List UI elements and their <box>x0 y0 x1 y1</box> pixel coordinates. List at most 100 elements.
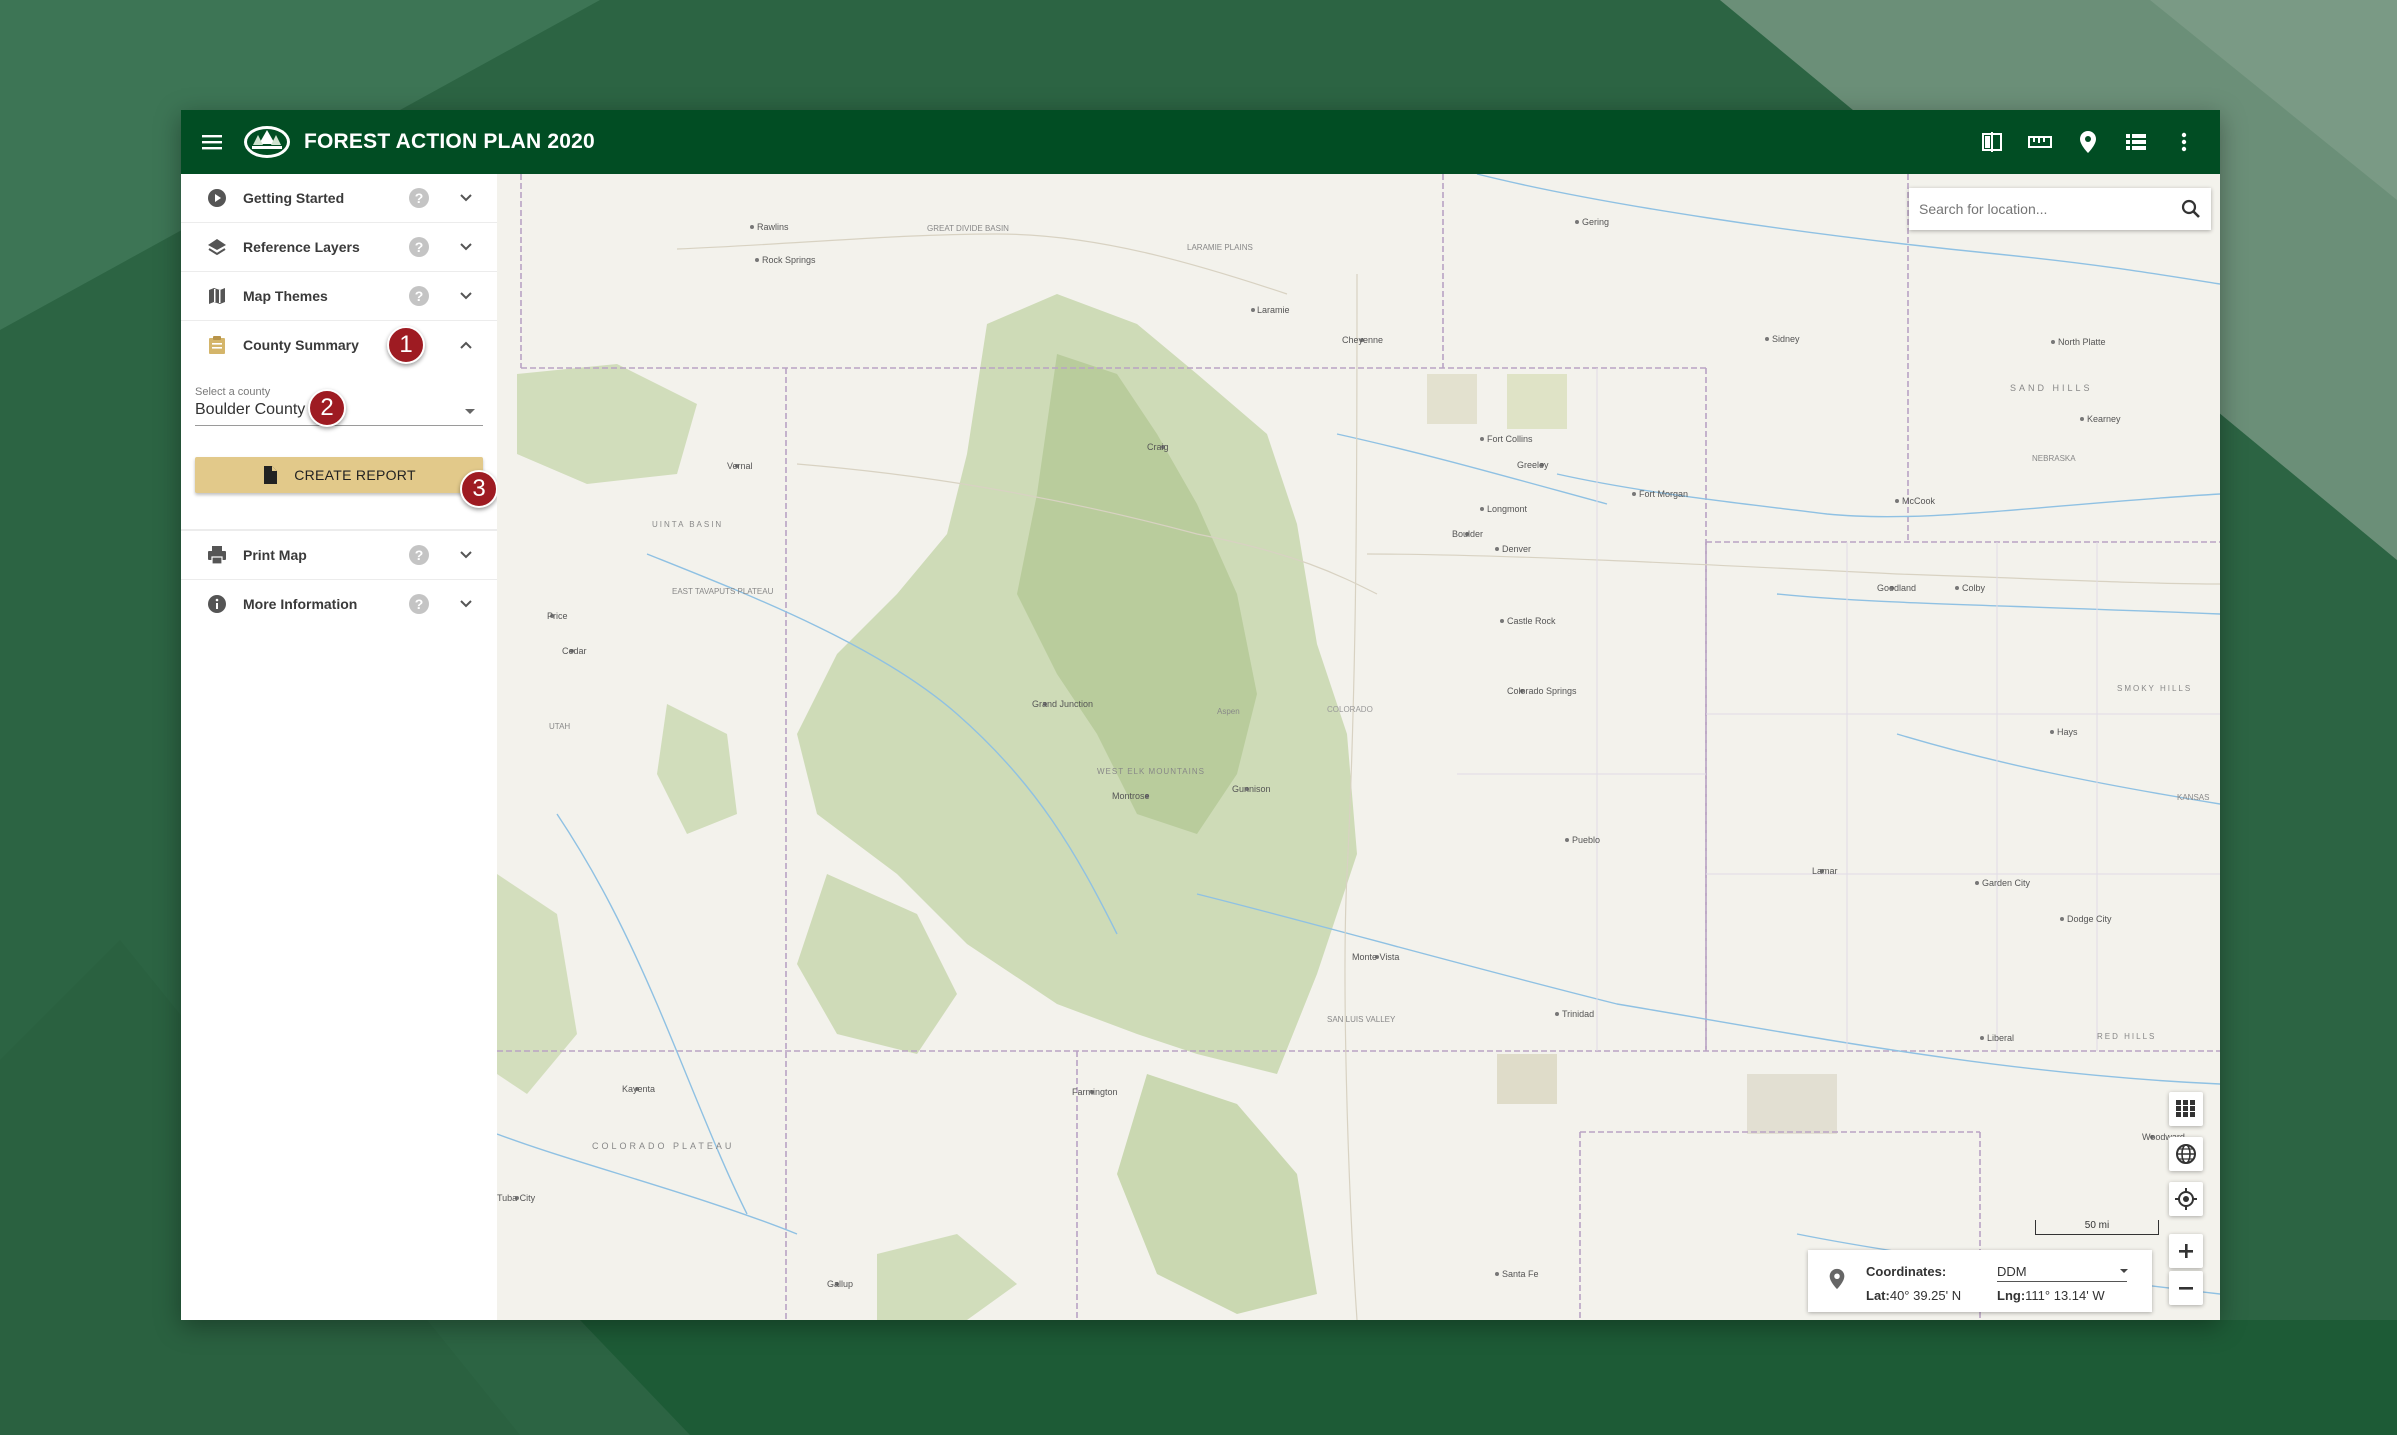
svg-text:SAN LUIS VALLEY: SAN LUIS VALLEY <box>1327 1015 1396 1024</box>
latitude-label: Lat: <box>1866 1288 1890 1303</box>
help-icon[interactable]: ? <box>409 237 429 257</box>
coordinates-panel: Coordinates: DDM Lat:40° 39.25' N Lng:11… <box>1808 1250 2152 1312</box>
step-badge-2: 2 <box>308 389 346 427</box>
svg-text:Vernal: Vernal <box>727 461 753 471</box>
svg-text:Cheyenne: Cheyenne <box>1342 335 1383 345</box>
svg-text:North Platte: North Platte <box>2058 337 2106 347</box>
svg-text:GREAT DIVIDE BASIN: GREAT DIVIDE BASIN <box>927 224 1009 233</box>
place-icon[interactable] <box>2064 118 2112 166</box>
play-circle-icon <box>206 187 228 209</box>
latitude-readout: Lat:40° 39.25' N <box>1866 1288 1961 1303</box>
longitude-label: Lng: <box>1997 1288 2026 1303</box>
svg-text:SMOKY HILLS: SMOKY HILLS <box>2117 684 2192 693</box>
sidebar-item-more-information[interactable]: More Information ? <box>181 580 497 628</box>
svg-text:LARAMIE PLAINS: LARAMIE PLAINS <box>1187 243 1253 252</box>
svg-text:Gering: Gering <box>1582 217 1609 227</box>
county-select[interactable]: Boulder County <box>195 401 305 419</box>
sidebar-item-county-summary[interactable]: County Summary 1 <box>181 321 497 369</box>
layers-icon <box>206 236 228 258</box>
step-badge-3: 3 <box>460 470 498 508</box>
svg-text:Montrose: Montrose <box>1112 791 1150 801</box>
sidebar-item-print-map[interactable]: Print Map ? <box>181 530 497 580</box>
svg-text:NEBRASKA: NEBRASKA <box>2032 454 2076 463</box>
more-vert-icon[interactable] <box>2160 118 2208 166</box>
svg-text:RED HILLS: RED HILLS <box>2097 1032 2156 1041</box>
compare-icon[interactable] <box>1968 118 2016 166</box>
my-location-icon <box>2175 1188 2197 1210</box>
search-input[interactable] <box>1917 200 2171 218</box>
sidebar-item-label: Map Themes <box>243 288 328 304</box>
svg-text:Boulder: Boulder <box>1452 529 1483 539</box>
svg-text:Grand Junction: Grand Junction <box>1032 699 1093 709</box>
sidebar-item-getting-started[interactable]: Getting Started ? <box>181 174 497 223</box>
svg-text:Santa Fe: Santa Fe <box>1502 1269 1539 1279</box>
coordinate-format-select[interactable]: DDM <box>1997 1264 2127 1282</box>
chevron-down-icon[interactable] <box>456 545 476 565</box>
svg-text:Kayenta: Kayenta <box>622 1084 655 1094</box>
menu-icon[interactable] <box>181 110 245 174</box>
svg-text:Longmont: Longmont <box>1487 504 1528 514</box>
sidebar-item-label: More Information <box>243 596 358 612</box>
locate-button[interactable] <box>2169 1182 2203 1216</box>
svg-text:COLORADO PLATEAU: COLORADO PLATEAU <box>592 1141 734 1151</box>
svg-text:Gunnison: Gunnison <box>1232 784 1271 794</box>
step-badge-1: 1 <box>387 326 425 364</box>
svg-text:Farmington: Farmington <box>1072 1087 1118 1097</box>
search-icon[interactable] <box>2181 199 2201 219</box>
svg-text:Garden City: Garden City <box>1982 878 2031 888</box>
globe-button[interactable] <box>2169 1137 2203 1171</box>
svg-text:UINTA BASIN: UINTA BASIN <box>652 520 723 529</box>
basemap: Rawlins GREAT DIVIDE BASIN Rock Springs … <box>497 174 2220 1320</box>
longitude-readout: Lng:111° 13.14' W <box>1997 1288 2105 1303</box>
list-icon[interactable] <box>2112 118 2160 166</box>
chevron-down-icon[interactable] <box>456 286 476 306</box>
zoom-in-button[interactable] <box>2169 1234 2203 1268</box>
scale-bar: 50 mi <box>2035 1220 2159 1235</box>
svg-text:Denver: Denver <box>1502 544 1531 554</box>
svg-text:Price: Price <box>547 611 568 621</box>
chevron-down-icon[interactable] <box>456 188 476 208</box>
help-icon[interactable]: ? <box>409 545 429 565</box>
help-icon[interactable]: ? <box>409 286 429 306</box>
chevron-up-icon[interactable] <box>456 335 476 355</box>
info-icon <box>206 593 228 615</box>
app-window: FOREST ACTION PLAN 2020 Getting Started … <box>181 110 2220 1320</box>
svg-text:UTAH: UTAH <box>549 722 570 731</box>
minus-icon <box>2179 1287 2193 1290</box>
create-report-button[interactable]: CREATE REPORT <box>195 457 483 493</box>
sidebar-item-label: Reference Layers <box>243 239 360 255</box>
print-icon <box>206 544 228 566</box>
app-title: FOREST ACTION PLAN 2020 <box>304 130 595 153</box>
sidebar-item-map-themes[interactable]: Map Themes ? <box>181 272 497 321</box>
basemap-grid-button[interactable] <box>2169 1092 2203 1126</box>
sidebar-item-reference-layers[interactable]: Reference Layers ? <box>181 223 497 272</box>
dropdown-arrow-icon[interactable] <box>2120 1269 2128 1273</box>
clipboard-icon <box>206 334 228 356</box>
chevron-down-icon[interactable] <box>456 237 476 257</box>
svg-text:Pueblo: Pueblo <box>1572 835 1600 845</box>
ruler-icon[interactable] <box>2016 118 2064 166</box>
svg-text:Dodge City: Dodge City <box>2067 914 2112 924</box>
document-icon <box>264 466 278 484</box>
svg-text:Sidney: Sidney <box>1772 334 1800 344</box>
zoom-out-button[interactable] <box>2169 1271 2203 1305</box>
place-icon <box>1829 1268 1845 1290</box>
select-underline <box>195 425 483 426</box>
svg-text:EAST TAVAPUTS PLATEAU: EAST TAVAPUTS PLATEAU <box>672 587 774 596</box>
svg-text:Colorado Springs: Colorado Springs <box>1507 686 1577 696</box>
svg-text:Cedar: Cedar <box>562 646 587 656</box>
forest-logo <box>243 125 291 159</box>
svg-text:Kearney: Kearney <box>2087 414 2121 424</box>
sidebar-item-label: Print Map <box>243 547 307 563</box>
latitude-value: 40° 39.25' N <box>1889 1288 1962 1303</box>
svg-text:Aspen: Aspen <box>1217 707 1240 716</box>
svg-text:SAND HILLS: SAND HILLS <box>2010 383 2093 393</box>
map-view[interactable]: Rawlins GREAT DIVIDE BASIN Rock Springs … <box>497 174 2220 1320</box>
sidebar-item-label: Getting Started <box>243 190 345 206</box>
chevron-down-icon[interactable] <box>456 594 476 614</box>
dropdown-arrow-icon[interactable] <box>465 409 475 414</box>
svg-text:Tuba City: Tuba City <box>497 1193 536 1203</box>
svg-text:Castle Rock: Castle Rock <box>1507 616 1556 626</box>
help-icon[interactable]: ? <box>409 188 429 208</box>
help-icon[interactable]: ? <box>409 594 429 614</box>
